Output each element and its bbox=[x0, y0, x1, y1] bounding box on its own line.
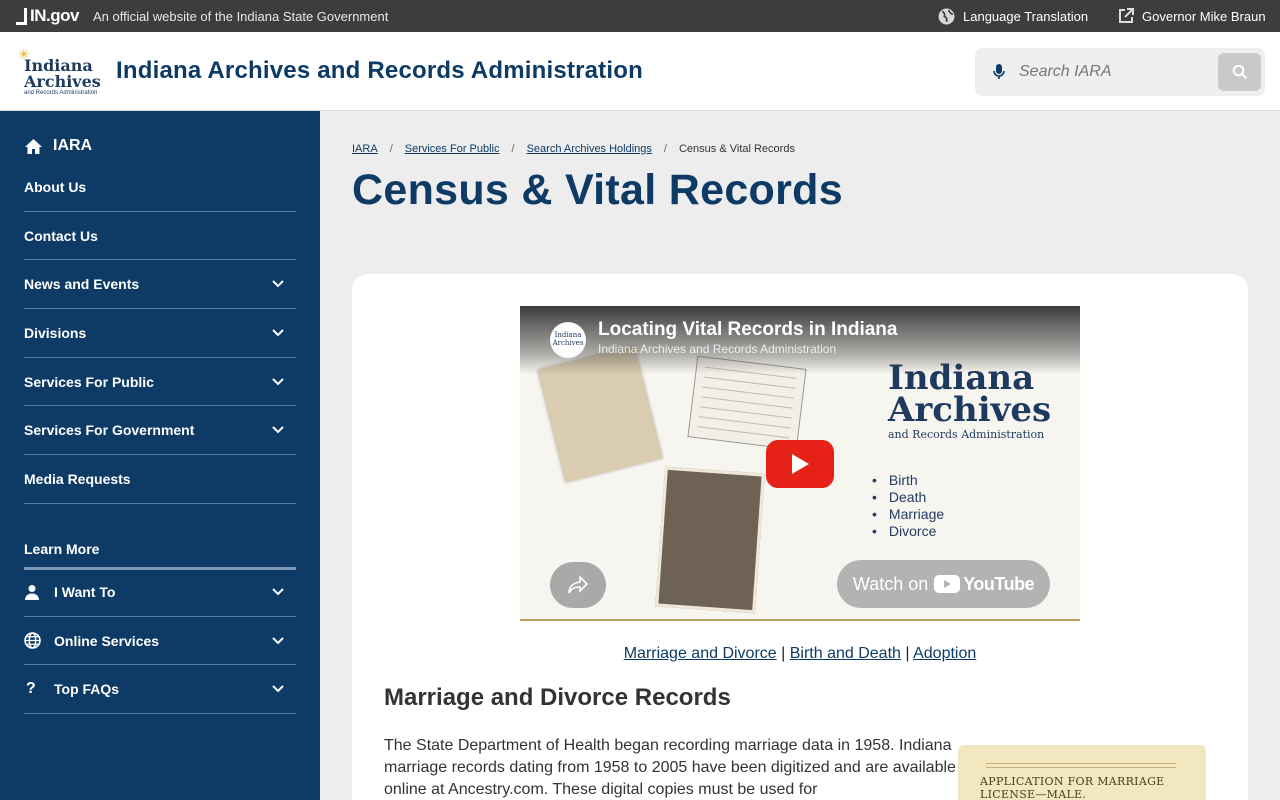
chevron-down-icon[interactable] bbox=[272, 685, 284, 693]
ingov-flag-icon bbox=[16, 7, 27, 25]
breadcrumb-separator: / bbox=[511, 143, 515, 155]
marriage-license-image: APPLICATION FOR MARRIAGE LICENSE—MALE. bbox=[958, 745, 1206, 800]
chevron-down-icon[interactable] bbox=[272, 377, 284, 386]
list-item: Death bbox=[872, 489, 944, 506]
sidebar-item-label: About Us bbox=[24, 178, 87, 195]
external-link-icon bbox=[1119, 8, 1134, 23]
link-adoption[interactable]: Adoption bbox=[913, 645, 976, 662]
learn-item-top-faqs[interactable]: ? Top FAQs bbox=[24, 665, 296, 715]
learn-more-menu: I Want To Online Services ? Top FAQs bbox=[24, 568, 296, 715]
official-website-text: An official website of the Indiana State… bbox=[93, 9, 389, 24]
sidebar-item-news-and-events[interactable]: News and Events bbox=[24, 260, 296, 310]
video-record-types-list: Birth Death Marriage Divorce bbox=[872, 472, 944, 540]
search-icon bbox=[1232, 64, 1247, 80]
list-item: Birth bbox=[872, 472, 944, 489]
chevron-down-icon[interactable] bbox=[272, 280, 284, 288]
chevron-down-icon[interactable] bbox=[272, 329, 284, 337]
site-title[interactable]: Indiana Archives and Records Administrat… bbox=[116, 57, 643, 85]
chevron-down-icon[interactable] bbox=[272, 588, 284, 596]
list-item: Marriage bbox=[872, 506, 944, 523]
logo-line-2: Archives bbox=[24, 72, 101, 91]
home-icon bbox=[25, 138, 42, 154]
youtube-logo-icon bbox=[934, 575, 961, 593]
breadcrumb-current: Census & Vital Records bbox=[678, 143, 795, 155]
language-translation-label: Language Translation bbox=[963, 9, 1089, 24]
watch-on-label: Watch on bbox=[852, 573, 929, 594]
governor-link[interactable]: Governor Mike Braun bbox=[1118, 8, 1266, 24]
youtube-video-embed[interactable]: Indiana Archives and Records Administrat… bbox=[520, 306, 1080, 621]
chevron-down-icon[interactable] bbox=[272, 636, 284, 645]
play-button[interactable] bbox=[766, 440, 834, 488]
video-channel-name[interactable]: Indiana Archives and Records Administrat… bbox=[598, 342, 836, 356]
sidebar-menu: About Us Contact Us News and Events Divi… bbox=[24, 163, 296, 504]
globe-icon bbox=[938, 8, 955, 25]
document-fine-print bbox=[986, 763, 1176, 768]
logo-line-3: and Records Administration bbox=[24, 90, 98, 96]
sidebar-item-label: Divisions bbox=[24, 324, 87, 341]
jump-links: Marriage and Divorce | Birth and Death |… bbox=[352, 645, 1248, 663]
iara-logo[interactable]: ✳ Indiana Archives and Records Administr… bbox=[18, 46, 101, 98]
section-title: Marriage and Divorce Records bbox=[384, 684, 731, 711]
microphone-icon[interactable] bbox=[992, 63, 1006, 81]
search-input[interactable] bbox=[1019, 58, 1189, 86]
top-bar: IN.gov An official website of the Indian… bbox=[0, 0, 1280, 32]
sidebar-item-label: Services For Public bbox=[24, 373, 154, 390]
ingov-logo-text: IN.gov bbox=[30, 6, 79, 25]
breadcrumb: IARA / Services For Public / Search Arch… bbox=[352, 143, 795, 155]
search-box bbox=[975, 48, 1265, 96]
video-logo-line-2: Archives bbox=[888, 390, 1052, 430]
site-header: ✳ Indiana Archives and Records Administr… bbox=[0, 32, 1280, 111]
breadcrumb-link-services-for-public[interactable]: Services For Public bbox=[405, 143, 500, 155]
content-card: Indiana Archives and Records Administrat… bbox=[352, 274, 1248, 800]
sidebar-item-services-for-government[interactable]: Services For Government bbox=[24, 406, 296, 456]
play-icon bbox=[792, 454, 809, 474]
page-title: Census & Vital Records bbox=[352, 166, 843, 214]
video-logo-line-3: and Records Administration bbox=[888, 428, 1045, 441]
sidebar-item-label: News and Events bbox=[24, 276, 140, 293]
link-separator: | bbox=[781, 645, 786, 662]
youtube-label: YouTube bbox=[963, 573, 1035, 594]
learn-item-label: Top FAQs bbox=[54, 681, 120, 698]
language-translation-link[interactable]: Language Translation bbox=[938, 8, 1088, 25]
share-icon bbox=[568, 575, 589, 594]
breadcrumb-separator: / bbox=[663, 143, 667, 155]
learn-more-heading: Learn More bbox=[24, 541, 296, 570]
sidebar-item-media-requests[interactable]: Media Requests bbox=[24, 455, 296, 504]
sidebar-home-link[interactable]: IARA bbox=[24, 137, 92, 155]
sidebar-item-label: Contact Us bbox=[24, 227, 98, 244]
breadcrumb-separator: / bbox=[389, 143, 393, 155]
learn-item-label: Online Services bbox=[54, 632, 160, 649]
globe-icon bbox=[24, 632, 41, 649]
ingov-logo[interactable]: IN.gov bbox=[16, 6, 79, 26]
sidebar-nav: IARA About Us Contact Us News and Events… bbox=[0, 111, 320, 800]
marriage-license-caption: APPLICATION FOR MARRIAGE LICENSE—MALE. bbox=[980, 775, 1165, 800]
breadcrumb-link-search-archives-holdings[interactable]: Search Archives Holdings bbox=[527, 143, 652, 155]
watch-on-youtube-button[interactable]: Watch on YouTube bbox=[837, 560, 1050, 608]
list-item: Divorce bbox=[872, 523, 944, 540]
video-title[interactable]: Locating Vital Records in Indiana bbox=[598, 319, 897, 341]
learn-item-online-services[interactable]: Online Services bbox=[24, 617, 296, 666]
sidebar-home-label: IARA bbox=[53, 137, 93, 154]
search-button[interactable] bbox=[1218, 53, 1261, 91]
wedding-photo-image bbox=[655, 466, 765, 614]
link-marriage-and-divorce[interactable]: Marriage and Divorce bbox=[624, 645, 777, 662]
question-icon: ? bbox=[26, 680, 36, 698]
governor-label: Governor Mike Braun bbox=[1142, 8, 1266, 24]
sidebar-item-contact-us[interactable]: Contact Us bbox=[24, 212, 296, 261]
chevron-down-icon[interactable] bbox=[272, 426, 284, 434]
sidebar-item-about-us[interactable]: About Us bbox=[24, 163, 296, 212]
sidebar-item-label: Media Requests bbox=[24, 470, 131, 487]
breadcrumb-link-iara[interactable]: IARA bbox=[352, 143, 378, 155]
learn-item-label: I Want To bbox=[54, 583, 116, 600]
learn-item-i-want-to[interactable]: I Want To bbox=[24, 568, 296, 617]
sidebar-item-divisions[interactable]: Divisions bbox=[24, 309, 296, 358]
link-birth-and-death[interactable]: Birth and Death bbox=[790, 645, 901, 662]
section-paragraph: The State Department of Health began rec… bbox=[384, 737, 956, 798]
share-button[interactable] bbox=[550, 562, 606, 608]
sidebar-item-label: Services For Government bbox=[24, 422, 195, 439]
person-icon bbox=[25, 584, 39, 600]
sidebar-item-services-for-public[interactable]: Services For Public bbox=[24, 358, 296, 407]
link-separator: | bbox=[905, 645, 910, 662]
channel-avatar[interactable]: Indiana Archives bbox=[550, 322, 586, 358]
